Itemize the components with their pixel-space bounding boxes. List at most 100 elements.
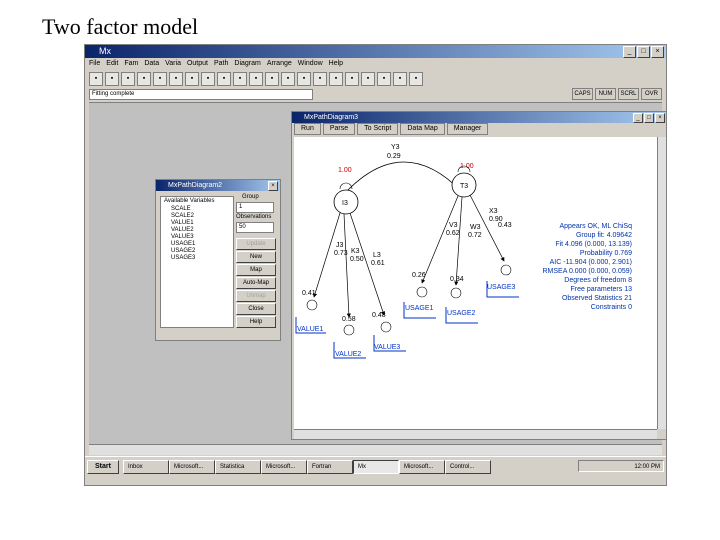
run-button[interactable]: Run (294, 123, 321, 135)
path-label: 0.73 (334, 250, 348, 257)
residual-label: 0.26 (412, 272, 426, 279)
list-item[interactable]: USAGE1 (161, 241, 233, 248)
grid-icon[interactable]: ▪ (217, 72, 231, 86)
circle-icon[interactable]: ▪ (281, 72, 295, 86)
print-icon[interactable]: ▪ (201, 72, 215, 86)
help-button[interactable]: Help (236, 316, 276, 328)
vertical-scrollbar[interactable] (657, 137, 666, 429)
status-field: Fitting complete (89, 89, 313, 100)
start-button[interactable]: Start (87, 460, 119, 474)
list-item[interactable]: SCALE2 (161, 213, 233, 220)
factor-label: T3 (460, 183, 468, 190)
cut-icon[interactable]: ▪ (137, 72, 151, 86)
select-icon[interactable]: ▪ (249, 72, 263, 86)
workspace-scrollbar[interactable] (89, 444, 662, 455)
copy-icon[interactable]: ▪ (153, 72, 167, 86)
horizontal-scrollbar[interactable] (294, 429, 657, 439)
open-icon[interactable]: ▪ (105, 72, 119, 86)
variable-list[interactable]: Available Variables SCALE SCALE2 VALUE1 … (160, 196, 234, 328)
list-item[interactable]: VALUE1 (161, 220, 233, 227)
square-icon[interactable]: ▪ (297, 72, 311, 86)
manifest-label: USAGE3 (487, 284, 516, 291)
zoom-icon[interactable]: ▪ (345, 72, 359, 86)
stat-line: Probability 0.769 (580, 250, 632, 257)
close-button[interactable]: Close (236, 303, 276, 315)
group-field[interactable]: 1 (236, 202, 274, 213)
pointer-icon[interactable]: ▪ (393, 72, 407, 86)
menu-fam[interactable]: Fam (124, 58, 138, 70)
menu-data[interactable]: Data (144, 58, 159, 70)
diagram-canvas[interactable]: Y3 0.29 1.00 1.00 I3 T3 J3 0.73 K3 L3 0.… (294, 137, 657, 429)
stat-line: Constraints 0 (591, 304, 632, 311)
paste-icon[interactable]: ▪ (169, 72, 183, 86)
arrow-icon[interactable]: ▪ (265, 72, 279, 86)
list-item[interactable]: SCALE (161, 206, 233, 213)
observations-field[interactable]: 50 (236, 222, 274, 233)
list-item[interactable]: USAGE3 (161, 255, 233, 262)
fit-statistics: Appears OK, ML ChiSq Group fit: 4.09642 … (543, 223, 633, 311)
taskbar-item[interactable]: Inbox (123, 460, 169, 474)
path-toolbar: Run Parse To Script Data Map Manager (292, 123, 666, 135)
taskbar-item-active[interactable]: Mx (353, 460, 399, 474)
path-label: L3 (373, 252, 381, 259)
unmap-button[interactable]: Unmap (236, 290, 276, 302)
taskbar-item[interactable]: Control... (445, 460, 491, 474)
loading-arrow (343, 213, 351, 318)
variable-list-header: Available Variables (164, 198, 215, 204)
covariance-label: Y3 (391, 144, 400, 151)
save-icon[interactable]: ▪ (121, 72, 135, 86)
table-icon[interactable]: ▪ (233, 72, 247, 86)
taskbar-item[interactable]: Microsoft... (169, 460, 215, 474)
line-icon[interactable]: ▪ (329, 72, 343, 86)
menu-output[interactable]: Output (187, 58, 208, 70)
menu-edit[interactable]: Edit (106, 58, 118, 70)
observations-label: Observations (236, 214, 272, 220)
menu-diagram[interactable]: Diagram (234, 58, 260, 70)
list-item[interactable]: USAGE2 (161, 248, 233, 255)
menu-arrange[interactable]: Arrange (267, 58, 292, 70)
zoom-out-icon[interactable]: ▪ (361, 72, 375, 86)
parse-button[interactable]: Parse (322, 123, 356, 135)
menu-path[interactable]: Path (214, 58, 228, 70)
menu-file[interactable]: File (89, 58, 100, 70)
minimize-icon[interactable]: _ (623, 46, 636, 58)
new-button[interactable]: New (236, 251, 276, 263)
path-label: 0.50 (350, 256, 364, 263)
menu-window[interactable]: Window (298, 58, 323, 70)
manifest-label: VALUE2 (335, 351, 361, 358)
to-script-button[interactable]: To Script (357, 123, 399, 135)
scrl-indicator: SCRL (618, 88, 639, 100)
list-item[interactable]: VALUE2 (161, 227, 233, 234)
close-icon[interactable]: × (651, 46, 664, 58)
map-button[interactable]: Map (236, 264, 276, 276)
manager-button[interactable]: Manager (446, 123, 489, 135)
new-icon[interactable]: ▪ (89, 72, 103, 86)
auto-map-button[interactable]: Auto-Map (236, 277, 276, 289)
taskbar-item[interactable]: Fortran (307, 460, 353, 474)
taskbar-item[interactable]: Microsoft... (261, 460, 307, 474)
maximize-icon[interactable]: □ (637, 46, 650, 58)
path-close-icon[interactable]: × (655, 113, 665, 123)
taskbar-item[interactable]: Microsoft... (399, 460, 445, 474)
hand-icon[interactable]: ▪ (377, 72, 391, 86)
path-minimize-icon[interactable]: _ (633, 113, 643, 123)
stat-line: Free parameters 13 (571, 286, 633, 293)
undo-icon[interactable]: ▪ (185, 72, 199, 86)
cross-icon[interactable]: ▪ (409, 72, 423, 86)
panel-close-icon[interactable]: × (268, 181, 278, 191)
manifest-label: VALUE3 (374, 344, 400, 351)
menu-bar: File Edit Fam Data Varia Output Path Dia… (85, 58, 666, 70)
taskbar-item[interactable]: Statistica (215, 460, 261, 474)
path-maximize-icon[interactable]: □ (644, 113, 654, 123)
manifest-label: USAGE1 (405, 305, 434, 312)
data-map-button[interactable]: Data Map (400, 123, 445, 135)
list-item[interactable]: VALUE3 (161, 234, 233, 241)
update-button[interactable]: Update (236, 238, 276, 250)
residual-label: 0.58 (342, 316, 356, 323)
path-label: K3 (351, 248, 360, 255)
path-label: 0.43 (498, 222, 512, 229)
triangle-icon[interactable]: ▪ (313, 72, 327, 86)
status-row: Fitting complete CAPS NUM SCRL OVR (85, 88, 666, 100)
menu-help[interactable]: Help (329, 58, 343, 70)
menu-varia[interactable]: Varia (165, 58, 181, 70)
